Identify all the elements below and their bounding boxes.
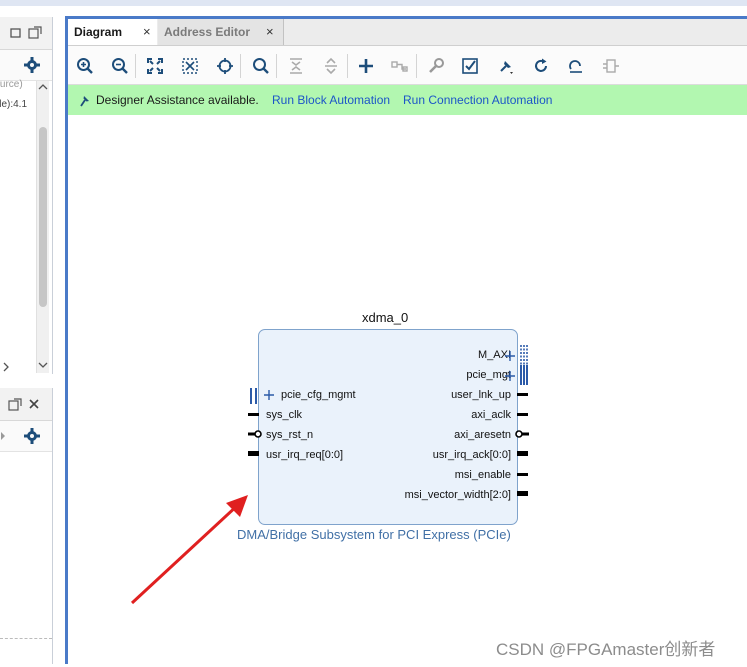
port-usr-irq-req[interactable]: usr_irq_req[0:0] bbox=[266, 449, 343, 461]
restore-icon[interactable] bbox=[10, 27, 22, 39]
make-connection-icon[interactable] bbox=[391, 57, 409, 75]
port-msi-vector-width[interactable]: msi_vector_width[2:0] bbox=[405, 489, 511, 501]
watermark: CSDN @FPGAmaster创新者 bbox=[496, 640, 716, 659]
port-pin bbox=[517, 393, 528, 396]
gear-icon[interactable] bbox=[24, 57, 40, 73]
port-pin-inverted bbox=[515, 430, 529, 438]
designer-assistance-icon bbox=[80, 96, 89, 107]
fit-selection-icon[interactable] bbox=[181, 57, 199, 75]
float-icon[interactable] bbox=[28, 26, 42, 40]
gear-icon[interactable] bbox=[24, 428, 40, 444]
diagram-toolbar bbox=[68, 46, 747, 85]
toolbar-separator bbox=[416, 54, 417, 78]
validate-design-icon[interactable] bbox=[461, 57, 479, 75]
top-strip bbox=[0, 0, 747, 6]
tab-address-editor[interactable]: Address Editor × bbox=[158, 19, 284, 45]
port-axi-aresetn[interactable]: axi_aresetn bbox=[454, 429, 511, 441]
port-msi-enable[interactable]: msi_enable bbox=[455, 469, 511, 481]
bus-port-marker bbox=[250, 388, 257, 404]
close-tab-icon[interactable]: × bbox=[266, 19, 274, 45]
optional-ports-icon[interactable] bbox=[602, 57, 620, 75]
zoom-in-icon[interactable] bbox=[76, 57, 94, 75]
close-tab-icon[interactable]: × bbox=[143, 19, 151, 45]
left-panel-bottom-titlebar bbox=[0, 388, 52, 421]
bus-pin bbox=[517, 491, 528, 496]
toolbar-separator bbox=[276, 54, 277, 78]
zoom-out-icon[interactable] bbox=[111, 57, 129, 75]
port-pin bbox=[517, 413, 528, 416]
bus-port-marker bbox=[520, 365, 528, 385]
tab-label: Address Editor bbox=[164, 25, 251, 39]
arrow-right-icon[interactable] bbox=[0, 431, 6, 441]
diagram-canvas[interactable]: xdma_0 pcie_cfg_mgmt sys_clk sys_rst_n u… bbox=[68, 116, 747, 667]
left-panel-bottom-toolbar bbox=[0, 421, 52, 452]
clipped-text: (source) bbox=[0, 79, 23, 90]
add-ip-icon[interactable] bbox=[357, 57, 375, 75]
port-pcie-cfg-mgmt[interactable]: pcie_cfg_mgmt bbox=[281, 389, 356, 401]
toolbar-separator bbox=[240, 54, 241, 78]
port-axi-aclk[interactable]: axi_aclk bbox=[471, 409, 511, 421]
divider bbox=[0, 638, 52, 639]
port-pin bbox=[248, 413, 259, 416]
port-pin-inverted bbox=[248, 430, 262, 438]
scrollbar-thumb[interactable] bbox=[39, 127, 47, 307]
toolbar-separator bbox=[135, 54, 136, 78]
expand-port-icon[interactable] bbox=[504, 370, 516, 382]
float-icon[interactable] bbox=[8, 398, 22, 412]
bus-pin bbox=[517, 451, 528, 456]
designer-assistance-bar: Designer Assistance available. Run Block… bbox=[68, 85, 747, 115]
scroll-right-icon[interactable] bbox=[2, 362, 10, 372]
collapse-all-icon[interactable] bbox=[287, 57, 305, 75]
port-pin bbox=[517, 473, 528, 476]
pin-icon[interactable] bbox=[497, 57, 515, 75]
regenerate-layout-icon[interactable] bbox=[567, 57, 585, 75]
run-block-automation-link[interactable]: Run Block Automation bbox=[272, 93, 390, 107]
auto-connect-icon[interactable] bbox=[216, 57, 234, 75]
run-connection-automation-link[interactable]: Run Connection Automation bbox=[403, 93, 552, 107]
expand-port-icon[interactable] bbox=[504, 350, 516, 362]
close-icon[interactable] bbox=[28, 398, 40, 410]
expand-all-icon[interactable] bbox=[322, 57, 340, 75]
left-panel-top-titlebar bbox=[0, 17, 52, 50]
wrench-icon[interactable] bbox=[427, 57, 445, 75]
bus-pin bbox=[248, 451, 259, 456]
block-instance-name: xdma_0 bbox=[362, 310, 409, 325]
red-arrow-annotation bbox=[130, 495, 248, 605]
diagram-window: Diagram × Address Editor × Designer Assi… bbox=[65, 16, 747, 667]
zoom-fit-icon[interactable] bbox=[146, 57, 164, 75]
port-usr-irq-ack[interactable]: usr_irq_ack[0:0] bbox=[433, 449, 511, 461]
left-panel-top: (source) Cle):4.1 bbox=[0, 17, 53, 374]
scroll-up-icon[interactable] bbox=[38, 83, 48, 91]
block-subtitle: DMA/Bridge Subsystem for PCI Express (PC… bbox=[237, 527, 511, 542]
port-sys-rst-n[interactable]: sys_rst_n bbox=[266, 429, 313, 441]
tab-diagram[interactable]: Diagram × bbox=[68, 19, 157, 45]
expand-port-icon[interactable] bbox=[263, 389, 275, 401]
tab-bar: Diagram × Address Editor × bbox=[68, 19, 747, 46]
refresh-icon[interactable] bbox=[532, 57, 550, 75]
left-panel-top-toolbar bbox=[0, 50, 52, 81]
port-sys-clk[interactable]: sys_clk bbox=[266, 409, 302, 421]
tab-label: Diagram bbox=[74, 25, 123, 39]
scroll-down-icon[interactable] bbox=[38, 361, 48, 369]
assistance-message: Designer Assistance available. bbox=[96, 93, 259, 107]
bus-port-marker bbox=[520, 345, 528, 365]
search-icon[interactable] bbox=[252, 57, 270, 75]
toolbar-separator bbox=[347, 54, 348, 78]
left-panel-bottom bbox=[0, 388, 53, 664]
vertical-scrollbar[interactable] bbox=[36, 81, 49, 373]
clipped-text: Cle):4.1 bbox=[0, 99, 28, 110]
port-user-lnk-up[interactable]: user_lnk_up bbox=[451, 389, 511, 401]
